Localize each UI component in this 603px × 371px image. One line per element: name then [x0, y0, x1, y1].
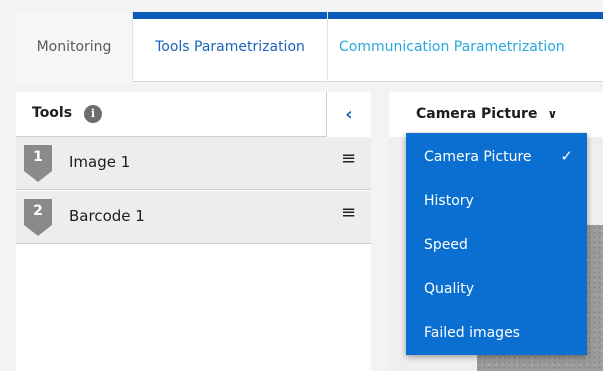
tab-communication-parametrization-label: Communication Parametrization	[339, 39, 565, 55]
tab-communication-parametrization[interactable]: Communication Parametrization	[328, 12, 603, 82]
tool-number: 2	[33, 203, 43, 219]
tab-bar: Monitoring Tools Parametrization Communi…	[16, 12, 603, 82]
chevron-left-icon: ‹	[345, 104, 353, 125]
tool-number-badge: 2	[24, 199, 52, 236]
tab-top-bar	[328, 12, 603, 19]
tab-monitoring[interactable]: Monitoring	[16, 12, 133, 82]
tool-name: Barcode 1	[69, 207, 145, 225]
menu-item-failed-images[interactable]: Failed images	[406, 311, 587, 355]
collapse-panel-button[interactable]: ‹	[326, 92, 371, 137]
menu-item-camera-picture[interactable]: Camera Picture ✓	[406, 135, 587, 179]
tools-panel: Tools i ‹ 1 Image 1 ≡ 2 Barcode 1 ≡	[16, 92, 371, 371]
menu-item-label: Quality	[424, 281, 475, 297]
tool-name: Image 1	[69, 153, 131, 171]
tools-header: Tools i ‹	[16, 92, 371, 137]
tools-title: Tools	[32, 105, 73, 121]
tool-number-badge: 1	[24, 145, 52, 182]
tool-item-barcode-1[interactable]: 2 Barcode 1 ≡	[16, 191, 371, 244]
tool-item-image-1[interactable]: 1 Image 1 ≡	[16, 137, 371, 190]
menu-item-history[interactable]: History	[406, 179, 587, 223]
view-selector-label: Camera Picture	[416, 106, 538, 122]
menu-item-label: Speed	[424, 237, 468, 253]
menu-item-label: Camera Picture	[424, 149, 532, 165]
app-window: Monitoring Tools Parametrization Communi…	[0, 0, 603, 371]
menu-item-label: Failed images	[424, 325, 520, 341]
hamburger-menu-icon[interactable]: ≡	[341, 204, 357, 222]
badge-tip	[24, 225, 52, 236]
chevron-down-icon: ∨	[547, 107, 558, 121]
tab-tools-parametrization-label: Tools Parametrization	[155, 39, 305, 55]
tool-number: 1	[33, 149, 43, 165]
menu-item-speed[interactable]: Speed	[406, 223, 587, 267]
view-dropdown-menu: Camera Picture ✓ History Speed Quality F…	[406, 133, 587, 355]
badge-tip	[24, 171, 52, 182]
view-selector[interactable]: Camera Picture ∨	[416, 106, 557, 122]
hamburger-menu-icon[interactable]: ≡	[341, 150, 357, 168]
menu-item-label: History	[424, 193, 474, 209]
active-tab-indicator	[133, 12, 327, 19]
tab-tools-parametrization[interactable]: Tools Parametrization	[133, 12, 328, 82]
tab-monitoring-label: Monitoring	[36, 39, 112, 55]
check-icon: ✓	[560, 147, 573, 165]
menu-item-quality[interactable]: Quality	[406, 267, 587, 311]
info-icon[interactable]: i	[84, 105, 102, 123]
